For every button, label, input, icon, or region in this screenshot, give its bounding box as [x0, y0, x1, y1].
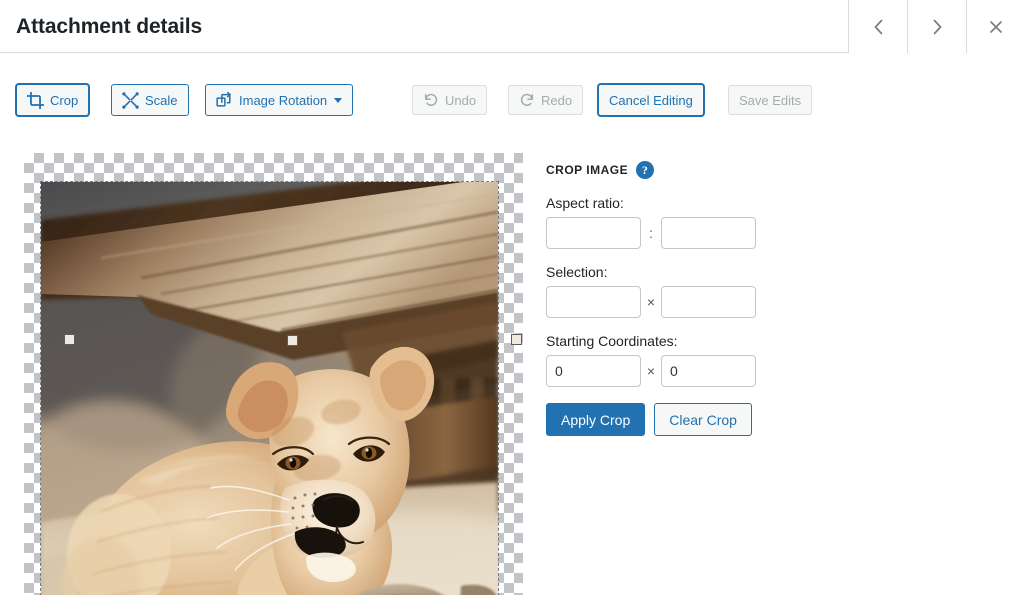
page-title: Attachment details — [16, 15, 203, 38]
selection-separator: × — [646, 294, 656, 310]
starting-coordinates-label: Starting Coordinates: — [546, 333, 678, 349]
scale-button-label: Scale — [145, 92, 178, 108]
chevron-left-icon — [871, 17, 885, 37]
undo-arrow-icon — [423, 92, 439, 108]
clear-crop-button[interactable]: Clear Crop — [654, 403, 752, 436]
crop-icon — [27, 91, 44, 109]
crop-button-label: Crop — [50, 92, 79, 108]
selection-width-input[interactable] — [546, 286, 641, 318]
crop-handle-ne[interactable] — [511, 334, 522, 345]
chevron-down-icon — [334, 97, 343, 103]
previous-attachment-button[interactable] — [848, 0, 907, 53]
crop-panel-heading-text: CROP IMAGE — [546, 163, 629, 177]
cancel-editing-button[interactable]: Cancel Editing — [598, 84, 704, 116]
attachment-details-modal: Attachment details Crop Scale Image Rota… — [0, 0, 1024, 595]
aspect-ratio-row: : — [546, 217, 846, 249]
close-icon — [988, 19, 1004, 35]
undo-button-label: Undo — [445, 92, 477, 108]
scale-icon — [122, 91, 139, 109]
undo-button[interactable]: Undo — [412, 85, 488, 115]
image-editor-canvas[interactable] — [24, 153, 523, 595]
crop-handle-nw[interactable] — [64, 334, 75, 345]
crop-selection-region[interactable] — [40, 181, 499, 595]
redo-arrow-icon — [519, 92, 535, 108]
aspect-ratio-separator: : — [649, 225, 653, 241]
crop-panel-heading: CROP IMAGE ? — [546, 160, 846, 180]
crop-handle-n[interactable] — [287, 335, 298, 346]
cancel-editing-label: Cancel Editing — [609, 92, 693, 108]
save-edits-label: Save Edits — [739, 92, 802, 108]
crop-button[interactable]: Crop — [16, 84, 90, 116]
image-rotation-button-label: Image Rotation — [239, 92, 328, 108]
save-edits-button[interactable]: Save Edits — [728, 85, 813, 115]
selection-row: × — [546, 286, 846, 318]
chevron-right-icon — [930, 17, 944, 37]
aspect-ratio-height-input[interactable] — [661, 217, 756, 249]
crop-image-panel: CROP IMAGE ? Aspect ratio: : Selection: … — [546, 160, 846, 436]
modal-header: Attachment details — [0, 0, 1024, 53]
selection-label: Selection: — [546, 264, 608, 280]
help-icon[interactable]: ? — [636, 161, 655, 179]
aspect-ratio-width-input[interactable] — [546, 217, 641, 249]
image-rotation-icon — [216, 91, 233, 109]
starting-coordinate-y-input[interactable] — [661, 355, 756, 387]
aspect-ratio-label: Aspect ratio: — [546, 195, 624, 211]
redo-button-label: Redo — [541, 92, 573, 108]
attachment-image — [41, 182, 498, 595]
selection-height-input[interactable] — [661, 286, 756, 318]
next-attachment-button[interactable] — [907, 0, 966, 53]
redo-button[interactable]: Redo — [508, 85, 584, 115]
close-modal-button[interactable] — [966, 0, 1024, 53]
header-nav — [848, 0, 1024, 53]
image-rotation-button[interactable]: Image Rotation — [205, 84, 354, 116]
starting-coordinates-separator: × — [646, 363, 656, 379]
crop-panel-actions: Apply Crop Clear Crop — [546, 403, 846, 436]
scale-button[interactable]: Scale — [111, 84, 189, 116]
apply-crop-button[interactable]: Apply Crop — [546, 403, 646, 436]
image-editor-toolbar: Crop Scale Image Rotation Undo Redo Canc… — [0, 54, 1024, 136]
starting-coordinates-row: × — [546, 355, 846, 387]
starting-coordinate-x-input[interactable] — [546, 355, 641, 387]
